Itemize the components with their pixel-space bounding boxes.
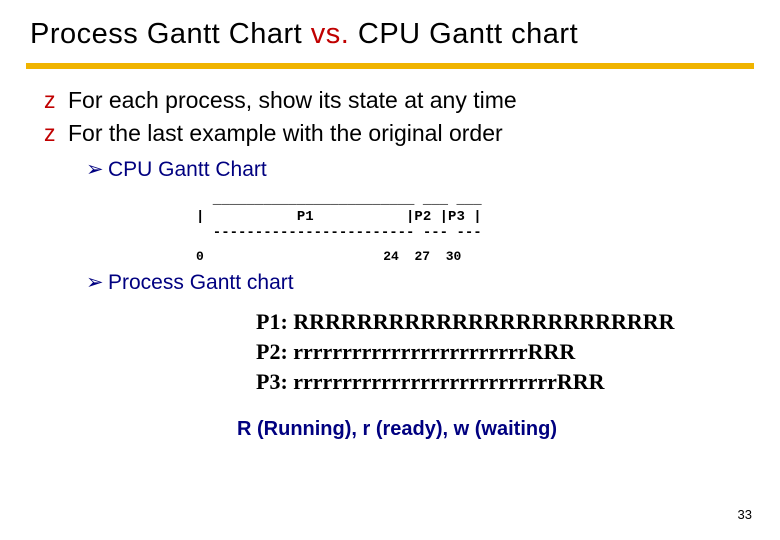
- sub-bullet-1: ➢ CPU Gantt Chart: [86, 155, 750, 184]
- title-vs: vs.: [311, 18, 350, 50]
- legend: R (Running), r (ready), w (waiting): [44, 418, 750, 441]
- proc-gantt-p3: P3: rrrrrrrrrrrrrrrrrrrrrrrrrrrRRR: [256, 369, 605, 394]
- z-bullet-icon: z: [44, 118, 56, 149]
- sub-bullet-2-text: Process Gantt chart: [108, 271, 294, 294]
- tick-30: 30: [446, 249, 462, 264]
- bullet-1: z For each process, show its state at an…: [44, 85, 750, 116]
- process-gantt-chart: P1: RRRRRRRRRRRRRRRRRRRRRRRR P2: rrrrrrr…: [256, 307, 750, 396]
- cpu-gantt-top: ________________________ ___ ___: [196, 192, 482, 208]
- slide-title: Process Gantt Chart vs. CPU Gantt chart: [0, 0, 780, 57]
- bullet-2: z For the last example with the original…: [44, 118, 750, 149]
- title-part2: CPU Gantt chart: [349, 18, 578, 50]
- cpu-gantt-ticks: 0 24 27 30: [196, 249, 750, 264]
- proc-gantt-p1: P1: RRRRRRRRRRRRRRRRRRRRRRRR: [256, 309, 675, 334]
- z-bullet-icon: z: [44, 85, 56, 116]
- bullet-1-text: For each process, show its state at any …: [68, 87, 517, 113]
- cpu-gantt-bot: ------------------------ --- ---: [196, 225, 482, 241]
- bullet-2-text: For the last example with the original o…: [68, 120, 503, 146]
- tick-27: 27: [414, 249, 430, 264]
- page-number: 33: [738, 507, 752, 522]
- sub-list: ➢ CPU Gantt Chart ______________________…: [44, 155, 750, 396]
- tick-24: 24: [383, 249, 399, 264]
- sub-bullet-1-text: CPU Gantt Chart: [108, 158, 267, 181]
- tick-0: 0: [196, 249, 204, 264]
- title-part1: Process Gantt Chart: [30, 18, 311, 50]
- slide-body: z For each process, show its state at an…: [0, 69, 780, 441]
- proc-gantt-p2: P2: rrrrrrrrrrrrrrrrrrrrrrrrRRR: [256, 339, 575, 364]
- slide: Process Gantt Chart vs. CPU Gantt chart …: [0, 0, 780, 540]
- arrow-icon: ➢: [86, 155, 104, 184]
- arrow-icon: ➢: [86, 268, 104, 297]
- cpu-gantt-chart: ________________________ ___ ___ | P1 |P…: [196, 192, 750, 240]
- cpu-gantt-mid: | P1 |P2 |P3 |: [196, 209, 482, 225]
- sub-bullet-2: ➢ Process Gantt chart: [86, 268, 750, 297]
